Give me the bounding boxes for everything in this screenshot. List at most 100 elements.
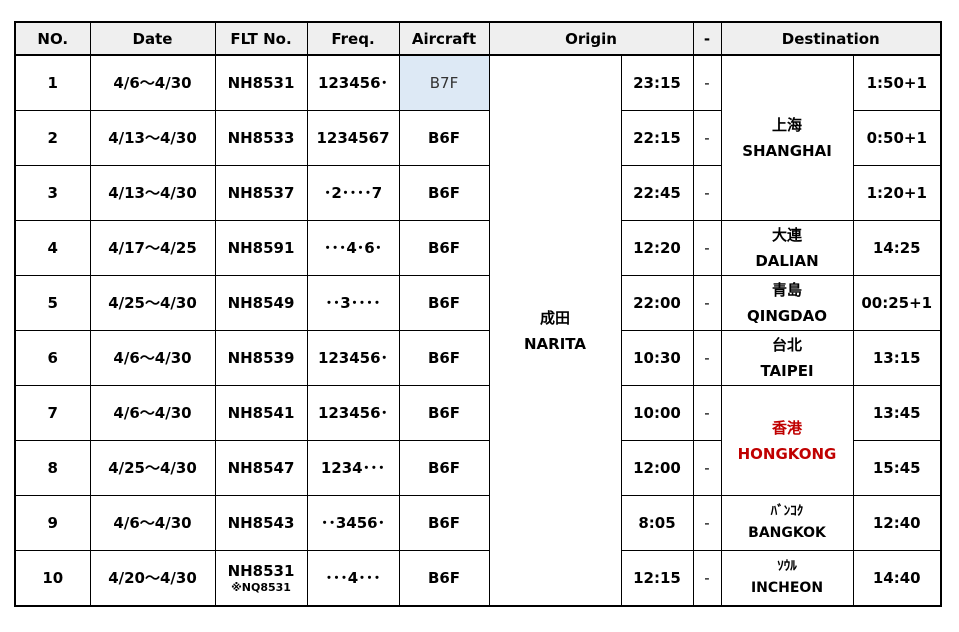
dest-en: INCHEON	[750, 580, 824, 596]
cell-freq: 123456･	[306, 385, 400, 441]
cell-flt: NH8531 ※NQ8531	[214, 550, 308, 607]
cell-freq: 1234･･･	[306, 440, 400, 496]
cell-flt: NH8533	[214, 110, 308, 166]
header-no: NO.	[14, 21, 91, 56]
dest-en: TAIPEI	[760, 362, 814, 380]
cell-departure: 10:30	[620, 330, 694, 386]
cell-arrival: 0:50+1	[852, 110, 942, 166]
cell-dash: -	[692, 330, 722, 386]
flt-note: ※NQ8531	[231, 581, 291, 594]
cell-flt: NH8531	[214, 54, 308, 111]
dest-jp: 青島	[771, 281, 802, 299]
cell-no: 10	[14, 550, 91, 607]
cell-date: 4/6～4/30	[89, 385, 216, 441]
header-dash: -	[692, 21, 722, 56]
table-row: 9 4/6～4/30 NH8543 ･･3456･ B6F 8:05- ﾊﾞﾝｺｸ BANGK…	[14, 495, 942, 551]
cell-aircraft: B7F	[398, 54, 490, 111]
cell-no: 1	[14, 54, 91, 111]
header-row: NO. Date FLT No. Freq. Aircraft Origin -…	[14, 21, 942, 56]
cell-date: 4/6～4/30	[89, 495, 216, 551]
cell-freq: ･2････7	[306, 165, 400, 221]
cell-dash: -	[692, 550, 722, 607]
cell-departure: 22:45	[620, 165, 694, 221]
header-freq: Freq.	[306, 21, 400, 56]
cell-departure: 22:00	[620, 275, 694, 331]
cell-dash: -	[692, 275, 722, 331]
cell-date: 4/13～4/30	[89, 110, 216, 166]
cell-arrival: 1:20+1	[852, 165, 942, 221]
header-destination: Destination	[720, 21, 942, 56]
cell-date: 4/20～4/30	[89, 550, 216, 607]
dest-en: SHANGHAI	[742, 142, 832, 160]
cell-flt: NH8543	[214, 495, 308, 551]
cell-dash: -	[692, 385, 722, 441]
dest-jp: ｿｳﾙ	[777, 559, 797, 574]
cell-departure: 10:00	[620, 385, 694, 441]
cell-date: 4/6～4/30	[89, 330, 216, 386]
cell-departure: 12:15	[620, 550, 694, 607]
cell-freq: ･･･4･･･	[306, 550, 400, 607]
cell-aircraft: B6F	[398, 495, 490, 551]
cell-departure: 8:05	[620, 495, 694, 551]
dest-jp: ﾊﾞﾝｺｸ	[770, 504, 804, 519]
cell-no: 9	[14, 495, 91, 551]
cell-arrival: 12:40	[852, 495, 942, 551]
cell-date: 4/25～4/30	[89, 275, 216, 331]
cell-freq: 123456･	[306, 54, 400, 111]
cell-no: 7	[14, 385, 91, 441]
cell-destination-bangkok: ﾊﾞﾝｺｸ BANGKOK	[720, 495, 854, 551]
cell-no: 8	[14, 440, 91, 496]
cell-flt: NH8549	[214, 275, 308, 331]
cell-freq: ･･3････	[306, 275, 400, 331]
cell-aircraft: B6F	[398, 440, 490, 496]
dest-en: QINGDAO	[746, 307, 827, 325]
cell-date: 4/13～4/30	[89, 165, 216, 221]
dest-jp: 大連	[771, 226, 802, 244]
cell-dash: -	[692, 54, 722, 111]
header-flt: FLT No.	[214, 21, 308, 56]
dest-en: DALIAN	[755, 252, 819, 270]
cell-flt: NH8547	[214, 440, 308, 496]
cell-destination-dalian: 大連 DALIAN	[720, 220, 854, 276]
header-origin: Origin	[488, 21, 694, 56]
dest-en: HONGKONG	[737, 444, 837, 463]
cell-departure: 22:15	[620, 110, 694, 166]
cell-no: 3	[14, 165, 91, 221]
table-row: 1 4/6～4/30 NH8531 123456･ B7F 成田 NARITA 23:15- 上…	[14, 54, 942, 607]
cell-aircraft: B6F	[398, 220, 490, 276]
cell-dash: -	[692, 220, 722, 276]
cell-freq: 123456･	[306, 330, 400, 386]
cell-no: 6	[14, 330, 91, 386]
cell-departure: 12:20	[620, 220, 694, 276]
cell-date: 4/25～4/30	[89, 440, 216, 496]
cell-dash: -	[692, 495, 722, 551]
cell-arrival: 13:45	[852, 385, 942, 441]
cell-aircraft: B6F	[398, 165, 490, 221]
cell-date: 4/6～4/30	[89, 54, 216, 111]
cell-aircraft: B6F	[398, 550, 490, 607]
dest-en: BANGKOK	[748, 525, 826, 541]
flt-number: NH8531	[227, 562, 295, 580]
cell-dash: -	[692, 110, 722, 166]
dest-jp: 香港	[771, 418, 802, 437]
cell-dash: -	[692, 440, 722, 496]
cell-flt: NH8539	[214, 330, 308, 386]
header-aircraft: Aircraft	[398, 21, 490, 56]
cell-flt: NH8591	[214, 220, 308, 276]
dest-jp: 上海	[771, 116, 802, 134]
table-row: 10 4/20～4/30 NH8531 ※NQ8531 ･･･4･･･ B6F 12:15-…	[14, 550, 942, 607]
cell-date: 4/17～4/25	[89, 220, 216, 276]
cell-departure: 12:00	[620, 440, 694, 496]
cell-arrival: 14:40	[852, 550, 942, 607]
cell-aircraft: B6F	[398, 110, 490, 166]
cell-aircraft: B6F	[398, 385, 490, 441]
table-row: 4 4/17～4/25 NH8591 ･･･4･6･ B6F 12:20- 大連 DALIAN…	[14, 220, 942, 276]
cell-destination-taipei: 台北 TAIPEI	[720, 330, 854, 386]
flight-schedule-table: NO. Date FLT No. Freq. Aircraft Origin -…	[14, 21, 942, 607]
origin-en: NARITA	[524, 334, 586, 353]
cell-dash: -	[692, 165, 722, 221]
cell-arrival: 14:25	[852, 220, 942, 276]
table-row: 7 4/6～4/30 NH8541 123456･ B6F 10:00- 香港 HONGKON…	[14, 385, 942, 496]
cell-destination-incheon: ｿｳﾙ INCHEON	[720, 550, 854, 607]
cell-no: 5	[14, 275, 91, 331]
